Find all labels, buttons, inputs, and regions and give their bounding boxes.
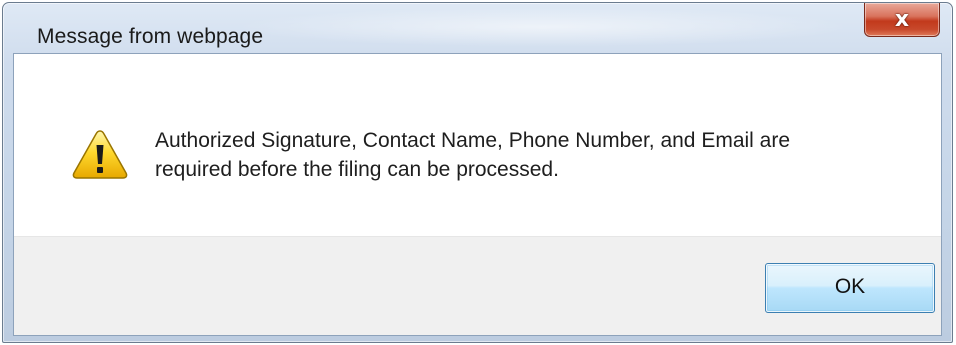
message-line-1: Authorized Signature, Contact Name, Phon… (155, 129, 791, 152)
ok-button[interactable]: OK (765, 263, 935, 313)
button-bar: OK (14, 236, 941, 335)
message-line-2: required before the filing can be proces… (155, 158, 559, 181)
message-area: Authorized Signature, Contact Name, Phon… (14, 54, 941, 238)
dialog-content: Authorized Signature, Contact Name, Phon… (13, 53, 942, 336)
message-text: Authorized Signature, Contact Name, Phon… (155, 126, 915, 184)
warning-icon (72, 130, 128, 179)
dialog-title: Message from webpage (37, 25, 264, 48)
close-icon: x (894, 7, 910, 32)
close-button[interactable]: x (864, 3, 940, 37)
dialog-window: Message from webpage x Authorized Signat… (2, 2, 953, 343)
